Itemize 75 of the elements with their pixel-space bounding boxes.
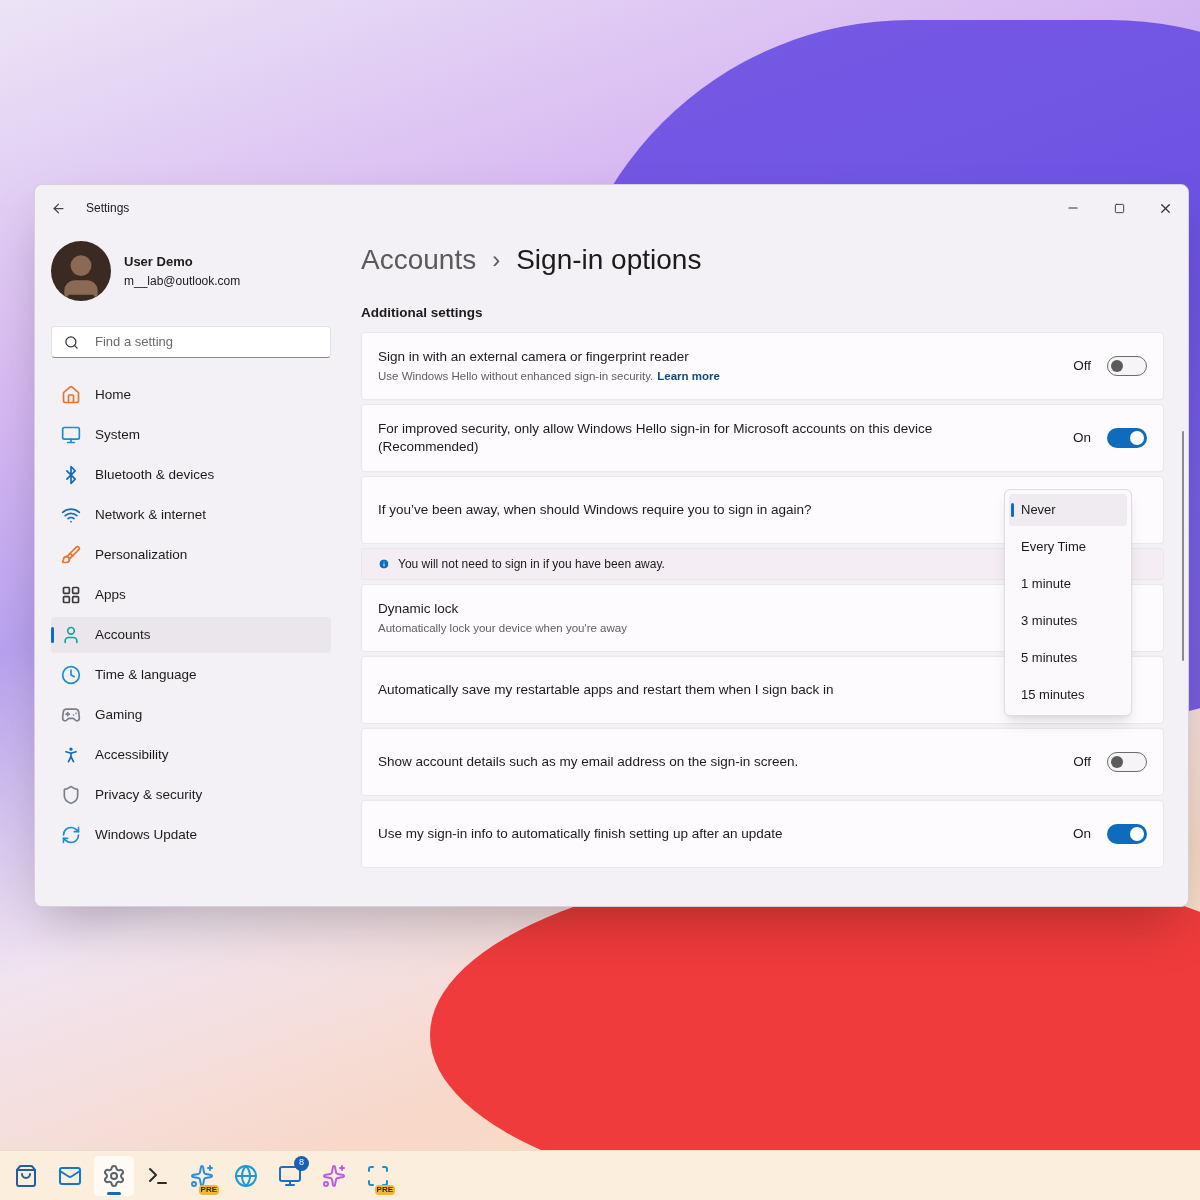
sidebar-item[interactable]: Apps: [51, 577, 331, 613]
dropdown-option[interactable]: 15 minutes: [1009, 679, 1127, 711]
preview-badge: PRE: [374, 1184, 395, 1195]
wifi-icon: [61, 505, 81, 525]
dropdown-option[interactable]: Every Time: [1009, 531, 1127, 563]
taskbar-app[interactable]: 8: [270, 1155, 310, 1196]
sidebar-item[interactable]: Network & internet: [51, 497, 331, 533]
shield-icon: [61, 785, 81, 805]
taskbar-app[interactable]: [94, 1155, 134, 1196]
sidebar-item[interactable]: Home: [51, 377, 331, 413]
monitor-icon: [278, 1163, 302, 1188]
sparkle-icon: [322, 1163, 346, 1188]
scan-icon: [366, 1163, 390, 1188]
window-title: Settings: [86, 200, 130, 217]
user-email: m__lab@outlook.com: [124, 272, 241, 290]
sidebar-item[interactable]: Windows Update: [51, 817, 331, 853]
setting-description: Use Windows Hello without enhanced sign-in security.: [378, 368, 654, 384]
settings-icon: [102, 1163, 126, 1188]
back-icon[interactable]: [51, 200, 66, 216]
breadcrumb-separator: ›: [492, 245, 501, 275]
toggle-switch[interactable]: [1107, 356, 1147, 377]
globe-icon: [234, 1163, 258, 1188]
user-name: User Demo: [124, 253, 194, 272]
person-icon: [61, 625, 81, 645]
shopping-bag-icon: [14, 1163, 38, 1188]
setting-title: Use my sign-in info to automatically finish setting up after an update: [378, 825, 784, 844]
search-icon: [64, 334, 79, 350]
sidebar-item[interactable]: Personalization: [51, 537, 331, 573]
dropdown-option[interactable]: 3 minutes: [1009, 605, 1127, 637]
toggle-state: Off: [1073, 357, 1091, 376]
apps-grid-icon: [61, 585, 81, 605]
refresh-icon: [61, 825, 81, 845]
sidebar-item[interactable]: Gaming: [51, 697, 331, 733]
taskbar-app[interactable]: PRE: [182, 1155, 222, 1196]
page-title: Sign-in options: [516, 243, 702, 277]
setting-description: Automatically lock your device when you're away: [378, 620, 627, 636]
toggle-state: On: [1073, 429, 1091, 448]
dropdown-option[interactable]: 5 minutes: [1009, 642, 1127, 674]
breadcrumb-parent[interactable]: Accounts: [361, 239, 477, 281]
info-icon: [378, 558, 390, 571]
clock-icon: [61, 665, 81, 685]
setting-title: For improved security, only allow Windows Hello sign-in for Microsoft accounts on this device (Recommended): [378, 420, 934, 457]
sparkle-icon: [190, 1163, 214, 1188]
scrollbar-thumb[interactable]: [1182, 431, 1184, 661]
search-field[interactable]: Find a setting: [51, 326, 331, 358]
taskbar-app[interactable]: PRE: [358, 1155, 398, 1196]
gamepad-icon: [61, 705, 81, 725]
notification-count: 8: [294, 1155, 309, 1171]
sidebar-item[interactable]: Accessibility: [51, 737, 331, 773]
toggle-switch[interactable]: [1107, 752, 1147, 773]
setting-title: Dynamic lock: [378, 599, 460, 618]
maximize-icon: [1113, 202, 1125, 214]
sidebar-item[interactable]: Time & language: [51, 657, 331, 693]
setting-title: Sign in with an external camera or fingerprint reader: [378, 347, 690, 366]
monitor-icon: [61, 425, 81, 445]
toggle-switch[interactable]: [1107, 824, 1147, 845]
brush-icon: [61, 545, 81, 565]
learn-more-link[interactable]: Learn more: [657, 367, 720, 385]
toggle-state: Off: [1073, 753, 1091, 772]
setting-title: If you’ve been away, when should Windows require you to sign in again?: [378, 501, 813, 520]
house-icon: [61, 385, 81, 405]
sidebar-item[interactable]: Accounts: [51, 617, 331, 653]
setting-title: Show account details such as my email address on the sign-in screen.: [378, 753, 800, 772]
dropdown-option[interactable]: Never: [1009, 494, 1127, 526]
avatar: [51, 241, 111, 301]
section-title: Additional settings: [361, 304, 484, 322]
toggle-switch[interactable]: [1107, 428, 1147, 449]
sidebar-item[interactable]: Bluetooth & devices: [51, 457, 331, 493]
sidebar-item[interactable]: Privacy & security: [51, 777, 331, 813]
info-text: You will not need to sign in if you have been away.: [398, 556, 665, 574]
dropdown-option[interactable]: 1 minute: [1009, 568, 1127, 600]
toggle-state: On: [1073, 825, 1091, 844]
sidebar-item[interactable]: System: [51, 417, 331, 453]
setting-title: Automatically save my restartable apps and restart them when I sign back in: [378, 681, 835, 700]
preview-badge: PRE: [198, 1184, 219, 1195]
